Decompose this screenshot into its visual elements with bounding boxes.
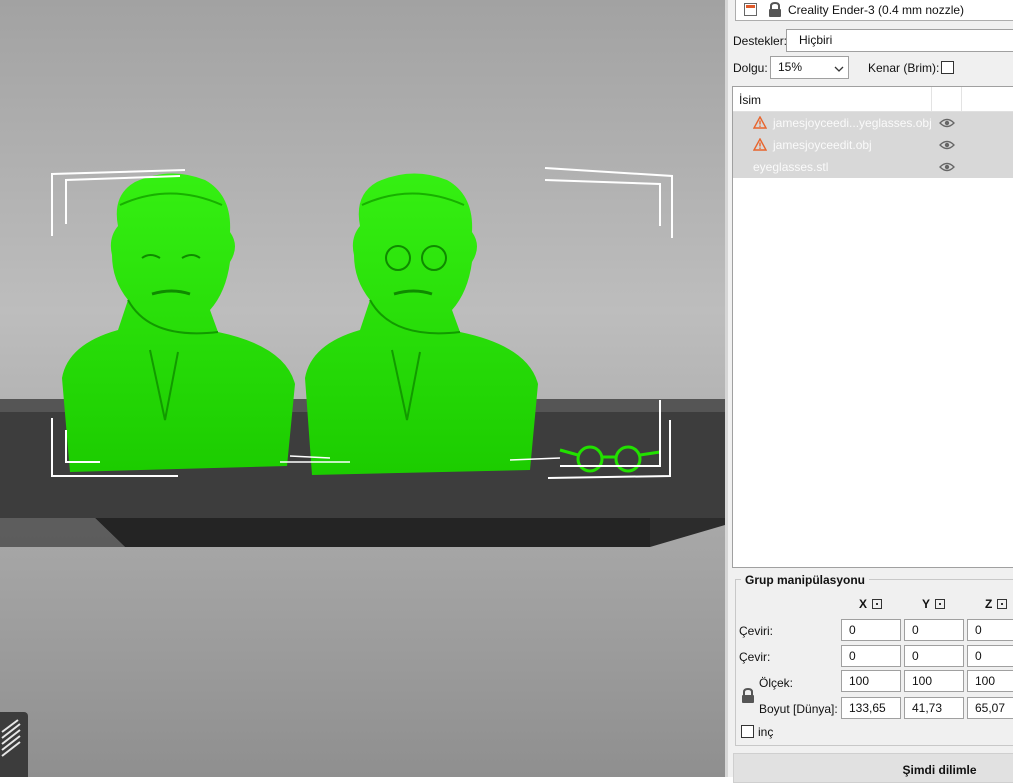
size-y-input[interactable]: 41,73: [904, 697, 964, 719]
scene: [0, 167, 725, 547]
translate-z-input[interactable]: 0: [967, 619, 1013, 641]
slice-now-label: Şimdi dilimle: [902, 763, 977, 777]
support-select[interactable]: Hiçbiri: [786, 29, 1013, 52]
size-label: Boyut [Dünya]:: [759, 702, 838, 716]
axis-x-header: X: [859, 597, 883, 611]
column-name-header[interactable]: İsim: [739, 93, 761, 107]
3d-viewport[interactable]: [0, 0, 725, 777]
warning-icon: [753, 116, 767, 129]
adhesion-checkbox[interactable]: [941, 61, 954, 74]
layer-view-button[interactable]: [0, 712, 28, 777]
lock-icon: [769, 2, 781, 17]
layers-icon: [1, 719, 21, 757]
printer-name: Creality Ender-3 (0.4 mm nozzle): [788, 3, 965, 17]
object-name: jamesjoyceedi...yeglasses.obj: [773, 116, 932, 130]
bust-model-2[interactable]: [305, 173, 538, 475]
support-value: Hiçbiri: [799, 33, 833, 47]
size-z-input[interactable]: 65,07: [967, 697, 1013, 719]
printer-selector[interactable]: Creality Ender-3 (0.4 mm nozzle): [735, 0, 1013, 21]
rotate-x-input[interactable]: 0: [841, 645, 901, 667]
adhesion-label: Kenar (Brim):: [868, 61, 940, 75]
slice-now-button[interactable]: Şimdi dilimle: [733, 753, 1013, 783]
column-divider: [961, 87, 962, 111]
settings-panel: Creality Ender-3 (0.4 mm nozzle) Destekl…: [725, 0, 1013, 783]
inch-label: inç: [758, 725, 774, 739]
rotate-z-input[interactable]: 0: [967, 645, 1013, 667]
infill-label: Dolgu:: [733, 61, 768, 75]
reset-axis-icon: [997, 599, 1008, 609]
rotate-y-input[interactable]: 0: [904, 645, 964, 667]
printer-profile-icon: [744, 3, 757, 16]
rotate-label: Çevir:: [739, 650, 771, 664]
scale-y-input[interactable]: 100: [904, 670, 964, 692]
list-item[interactable]: eyeglasses.stl: [733, 156, 1013, 178]
group-manipulation-title: Grup manipülasyonu: [741, 573, 870, 587]
infill-value: 15%: [778, 60, 803, 74]
object-list: İsim jamesjoyceedi...yeglasses.obj james…: [732, 86, 1013, 568]
object-name: eyeglasses.stl: [753, 160, 829, 174]
reset-axis-icon: [872, 599, 883, 609]
list-item[interactable]: jamesjoyceedi...yeglasses.obj: [733, 112, 1013, 134]
translate-label: Çeviri:: [739, 624, 774, 638]
size-x-input[interactable]: 133,65: [841, 697, 901, 719]
scale-label: Ölçek:: [759, 676, 794, 690]
lock-scale-icon[interactable]: [741, 688, 755, 704]
reset-axis-icon: [935, 599, 946, 609]
scale-x-input[interactable]: 100: [841, 670, 901, 692]
eye-icon[interactable]: [939, 162, 955, 172]
axis-y-header: Y: [922, 597, 946, 611]
warning-icon: [753, 138, 767, 151]
translate-x-input[interactable]: 0: [841, 619, 901, 641]
object-name: jamesjoyceedit.obj: [773, 138, 872, 152]
axis-z-header: Z: [985, 597, 1008, 611]
translate-y-input[interactable]: 0: [904, 619, 964, 641]
support-label: Destekler:: [733, 34, 788, 48]
object-list-header: İsim: [733, 87, 1013, 112]
bust-model-1[interactable]: [62, 173, 295, 472]
eye-icon[interactable]: [939, 140, 955, 150]
eye-icon[interactable]: [939, 118, 955, 128]
list-item[interactable]: jamesjoyceedit.obj: [733, 134, 1013, 156]
scale-z-input[interactable]: 100: [967, 670, 1013, 692]
infill-select[interactable]: 15%: [770, 56, 849, 79]
chevron-down-icon: [834, 66, 844, 72]
inch-checkbox[interactable]: [741, 725, 754, 738]
column-divider: [931, 87, 932, 111]
